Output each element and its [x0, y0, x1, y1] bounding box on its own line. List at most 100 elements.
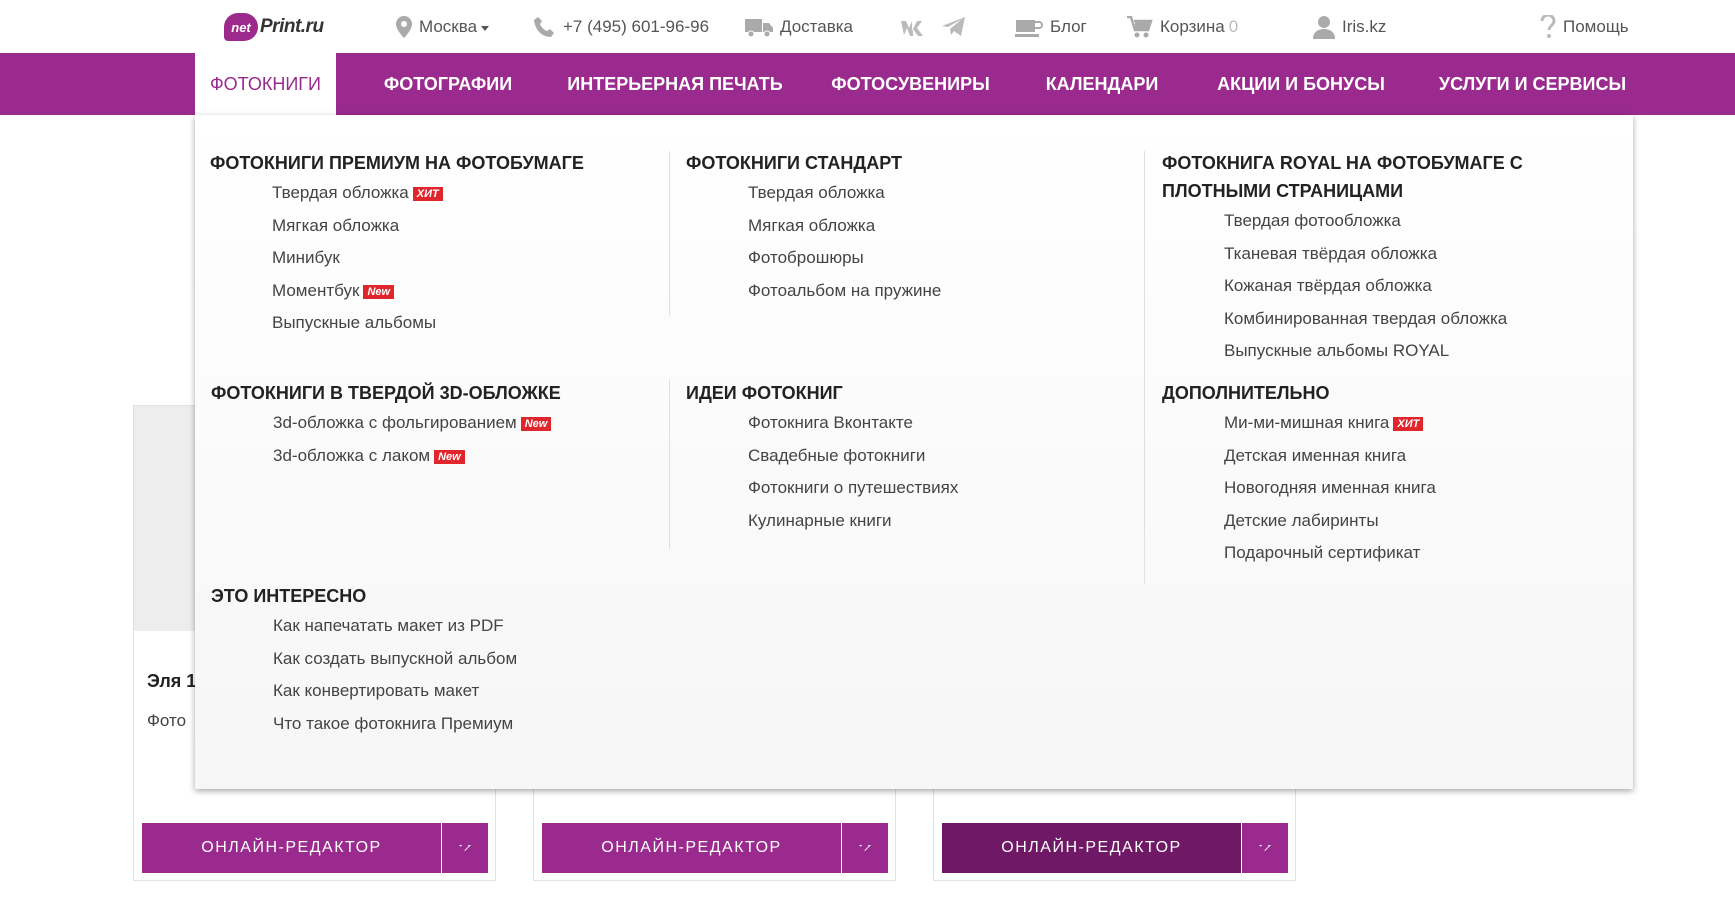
help-link[interactable]: Помощь: [1540, 14, 1629, 40]
photobooks-dropdown-menu: ФОТОКНИГИ ПРЕМИУМ НА ФОТОБУМАГЕ Твердая …: [195, 115, 1633, 789]
menu-section-standard: ФОТОКНИГИ СТАНДАРТ Твердая обложка Мягка…: [686, 149, 1126, 309]
menu-link[interactable]: Выпускные альбомы: [272, 309, 650, 342]
pencil-icon: [454, 838, 472, 857]
column-divider: [669, 151, 670, 316]
online-editor-button[interactable]: ОНЛАЙН-РЕДАКТОР: [142, 823, 441, 873]
column-divider: [1144, 151, 1145, 584]
menu-section-title[interactable]: ФОТОКНИГИ ПРЕМИУМ НА ФОТОБУМАГЕ: [210, 149, 650, 177]
nav-item-interior-print[interactable]: ИНТЕРЬЕРНАЯ ПЕЧАТЬ: [563, 53, 787, 115]
menu-section-title[interactable]: ИДЕИ ФОТОКНИГ: [686, 379, 1126, 407]
menu-link[interactable]: 3d-обложка с фольгированием New: [273, 409, 651, 442]
menu-link[interactable]: Фотокниги о путешествиях: [748, 474, 1126, 507]
delivery-label: Доставка: [780, 17, 854, 36]
menu-link[interactable]: 3d-обложка с лаком New: [273, 442, 651, 475]
logo-badge: net: [224, 13, 258, 41]
menu-link[interactable]: Минибук: [272, 244, 650, 277]
cart-link[interactable]: Корзина 0: [1127, 14, 1238, 40]
menu-link[interactable]: Фотоальбом на пружине: [748, 277, 1126, 310]
menu-section-title[interactable]: ЭТО ИНТЕРЕСНО: [211, 582, 651, 610]
cart-icon: [1127, 16, 1153, 38]
netprint-logo[interactable]: net Print.ru: [224, 12, 324, 42]
menu-link[interactable]: Твердая фотообложка: [1224, 207, 1562, 240]
delivery-link[interactable]: Доставка: [745, 14, 853, 40]
menu-section-ideas: ИДЕИ ФОТОКНИГ Фотокнига Вконтакте Свадеб…: [686, 379, 1126, 539]
menu-section-premium: ФОТОКНИГИ ПРЕМИУМ НА ФОТОБУМАГЕ Твердая …: [210, 149, 650, 342]
menu-section-title[interactable]: ФОТОКНИГА ROYAL НА ФОТОБУМАГЕ С ПЛОТНЫМИ…: [1162, 149, 1562, 205]
menu-link[interactable]: Фотокнига Вконтакте: [748, 409, 1126, 442]
new-badge: New: [363, 284, 395, 299]
product-title[interactable]: Эля 1: [147, 671, 196, 692]
menu-link[interactable]: Детские лабиринты: [1224, 507, 1562, 540]
menu-link[interactable]: Как конвертировать макет: [273, 677, 651, 710]
nav-item-services[interactable]: УСЛУГИ И СЕРВИСЫ: [1432, 53, 1633, 115]
menu-section-title[interactable]: ФОТОКНИГИ СТАНДАРТ: [686, 149, 1126, 177]
phone-link[interactable]: +7 (495) 601-96-96: [534, 14, 709, 40]
column-divider: [669, 379, 670, 549]
cart-label: Корзина: [1160, 17, 1225, 36]
menu-link[interactable]: Ми-ми-мишная книга ХИТ: [1224, 409, 1562, 442]
edit-button[interactable]: [848, 833, 878, 863]
menu-link[interactable]: Твердая обложка ХИТ: [272, 179, 650, 212]
question-icon: [1540, 15, 1556, 38]
online-editor-button[interactable]: ОНЛАЙН-РЕДАКТОР: [542, 823, 841, 873]
menu-link[interactable]: Как создать выпускной альбом: [273, 645, 651, 678]
nav-item-photosouvenirs[interactable]: ФОТОСУВЕНИРЫ: [818, 53, 1003, 115]
menu-link[interactable]: Свадебные фотокниги: [748, 442, 1126, 475]
menu-section-title[interactable]: ДОПОЛНИТЕЛЬНО: [1162, 379, 1562, 407]
cup-icon: [1015, 20, 1043, 37]
user-icon: [1313, 16, 1335, 39]
account-link[interactable]: Iris.kz: [1313, 14, 1386, 40]
phone-number: +7 (495) 601-96-96: [563, 17, 710, 36]
main-nav: ФОТОКНИГИ ФОТОГРАФИИ ИНТЕРЬЕРНАЯ ПЕЧАТЬ …: [0, 53, 1735, 115]
vk-icon: [901, 21, 923, 36]
vk-link[interactable]: [900, 14, 933, 40]
product-subtitle: Фото: [147, 711, 187, 730]
new-badge: New: [520, 417, 552, 431]
nav-item-photobooks[interactable]: ФОТОКНИГИ: [195, 53, 336, 115]
logo-text: Print.ru: [260, 16, 324, 37]
nav-item-photos[interactable]: ФОТОГРАФИИ: [361, 53, 535, 115]
hit-badge: ХИТ: [1393, 417, 1424, 431]
nav-item-calendars[interactable]: КАЛЕНДАРИ: [1036, 53, 1168, 115]
top-bar: net Print.ru Москва +7 (495) 601-96-96 Д…: [0, 0, 1735, 53]
hit-badge: ХИТ: [412, 187, 443, 201]
menu-section-extra: ДОПОЛНИТЕЛЬНО Ми-ми-мишная книга ХИТ Детс…: [1162, 379, 1562, 572]
telegram-link[interactable]: [942, 14, 973, 40]
edit-button[interactable]: [448, 833, 478, 863]
help-label: Помощь: [1563, 17, 1629, 36]
edit-button[interactable]: [1248, 833, 1278, 863]
city-label: Москва: [419, 17, 478, 36]
online-editor-button[interactable]: ОНЛАЙН-РЕДАКТОР: [942, 823, 1241, 873]
menu-link[interactable]: Новогодняя именная книга: [1224, 474, 1562, 507]
menu-link[interactable]: Тканевая твёрдая обложка: [1224, 240, 1562, 273]
menu-section-interesting: ЭТО ИНТЕРЕСНО Как напечатать макет из PD…: [211, 582, 651, 742]
menu-link[interactable]: Мягкая обложка: [748, 212, 1126, 245]
menu-link[interactable]: Детская именная книга: [1224, 442, 1562, 475]
blog-label: Блог: [1050, 17, 1087, 36]
pencil-icon: [1254, 838, 1272, 857]
new-badge: New: [434, 449, 465, 464]
location-pin-icon: [396, 16, 412, 38]
menu-link[interactable]: Твердая обложка: [748, 179, 1126, 212]
menu-section-title[interactable]: ФОТОКНИГИ В ТВЕРДОЙ 3D-ОБЛОЖКЕ: [211, 379, 651, 407]
menu-link[interactable]: Кулинарные книги: [748, 507, 1126, 540]
menu-section-3d-cover: ФОТОКНИГИ В ТВЕРДОЙ 3D-ОБЛОЖКЕ 3d-обложк…: [211, 379, 651, 474]
nav-item-promotions[interactable]: АКЦИИ И БОНУСЫ: [1205, 53, 1397, 115]
menu-link[interactable]: Комбинированная твердая обложка: [1224, 305, 1562, 338]
city-selector[interactable]: Москва: [396, 14, 490, 40]
menu-link[interactable]: Моментбук New: [272, 277, 650, 310]
blog-link[interactable]: Блог: [1015, 14, 1087, 40]
account-name: Iris.kz: [1342, 17, 1387, 36]
menu-link[interactable]: Как напечатать макет из PDF: [273, 612, 651, 645]
menu-link[interactable]: Подарочный сертификат: [1224, 539, 1562, 572]
menu-section-royal: ФОТОКНИГА ROYAL НА ФОТОБУМАГЕ С ПЛОТНЫМИ…: [1162, 149, 1562, 370]
menu-link[interactable]: Мягкая обложка: [272, 212, 650, 245]
menu-link[interactable]: Фотоброшюры: [748, 244, 1126, 277]
menu-link[interactable]: Что такое фотокнига Премиум: [273, 710, 651, 743]
phone-icon: [534, 17, 554, 37]
menu-link[interactable]: Кожаная твёрдая обложка: [1224, 272, 1562, 305]
pencil-icon: [854, 838, 872, 857]
telegram-icon: [942, 17, 965, 36]
menu-link[interactable]: Выпускные альбомы ROYAL: [1224, 337, 1562, 370]
truck-icon: [745, 19, 773, 38]
